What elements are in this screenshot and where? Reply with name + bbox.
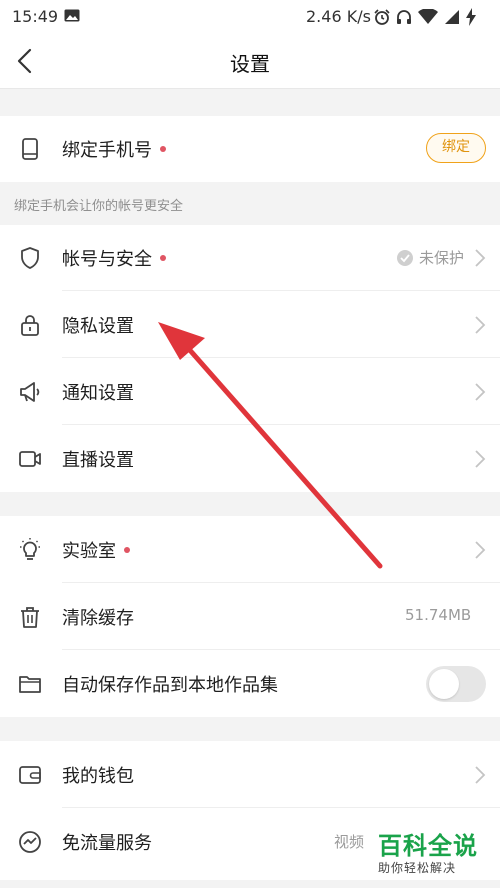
bind-phone-hint: 绑定手机会让你的帐号更安全 — [14, 199, 184, 214]
page-title: 设置 — [230, 52, 270, 76]
bind-phone-button[interactable]: 绑定 — [426, 133, 486, 163]
notification-settings-label: 通知设置 — [62, 383, 134, 404]
settings-row-account-security[interactable]: 帐号与安全 未保护 — [0, 225, 500, 291]
charging-icon — [466, 8, 476, 26]
check-circle-icon — [397, 250, 413, 266]
status-bar: 15:49 2.46 K/s — [0, 0, 500, 34]
image-icon — [64, 9, 80, 22]
live-settings-label: 直播设置 — [62, 450, 134, 471]
privacy-settings-label: 隐私设置 — [62, 316, 134, 337]
chevron-right-icon — [475, 766, 486, 784]
red-dot-indicator — [124, 547, 130, 553]
app-header: 设置 — [0, 34, 500, 89]
auto-save-toggle[interactable] — [426, 666, 486, 702]
toggle-knob — [429, 669, 459, 699]
chevron-right-icon — [475, 316, 486, 334]
folder-icon — [19, 676, 41, 693]
chevron-right-icon — [475, 383, 486, 401]
data-free-label: 免流量服务 — [62, 833, 152, 854]
chevron-right-icon — [475, 541, 486, 559]
settings-row-lab[interactable]: 实验室 — [0, 516, 500, 583]
video-camera-icon — [19, 451, 41, 467]
wifi-icon — [418, 9, 438, 24]
data-free-value: 视频 — [334, 833, 365, 851]
lightbulb-icon — [20, 538, 40, 560]
chevron-right-icon — [475, 450, 486, 468]
red-dot-indicator — [160, 255, 166, 261]
network-speed: 2.46 K/s — [306, 7, 371, 26]
settings-row-live[interactable]: 直播设置 — [0, 425, 500, 492]
settings-row-clear-cache[interactable]: 清除缓存 51.74MB — [0, 583, 500, 650]
headphone-icon — [397, 10, 411, 24]
trash-icon — [21, 607, 39, 628]
wallet-icon — [19, 766, 41, 784]
settings-row-auto-save: 自动保存作品到本地作品集 — [0, 650, 500, 717]
chevron-right-icon — [475, 249, 486, 267]
status-time: 15:49 — [12, 7, 59, 26]
lock-icon — [21, 315, 39, 336]
settings-row-privacy[interactable]: 隐私设置 — [0, 291, 500, 358]
phone-icon — [22, 138, 38, 160]
wallet-label: 我的钱包 — [62, 766, 134, 787]
watermark-brand: 百科全说 — [378, 832, 478, 860]
megaphone-icon — [20, 382, 40, 402]
auto-save-label: 自动保存作品到本地作品集 — [62, 675, 278, 696]
status-icons — [374, 8, 476, 26]
watermark: 百科全说 助你轻松解决 — [378, 826, 490, 876]
clear-cache-label: 清除缓存 — [62, 608, 134, 629]
watermark-tagline: 助你轻松解决 — [378, 861, 457, 875]
settings-row-wallet[interactable]: 我的钱包 — [0, 741, 500, 808]
shield-icon — [21, 247, 39, 269]
signal-icon — [445, 10, 459, 24]
red-dot-indicator — [160, 146, 166, 152]
account-security-status: 未保护 — [419, 249, 465, 267]
lab-label: 实验室 — [62, 537, 130, 563]
bind-phone-label: 绑定手机号 — [62, 136, 166, 162]
account-security-label: 帐号与安全 — [62, 245, 166, 271]
cache-size: 51.74MB — [405, 606, 472, 624]
settings-row-notifications[interactable]: 通知设置 — [0, 358, 500, 425]
alarm-icon — [374, 9, 390, 25]
speedometer-icon — [19, 831, 41, 853]
settings-row-bind-phone[interactable]: 绑定手机号 — [0, 116, 500, 182]
